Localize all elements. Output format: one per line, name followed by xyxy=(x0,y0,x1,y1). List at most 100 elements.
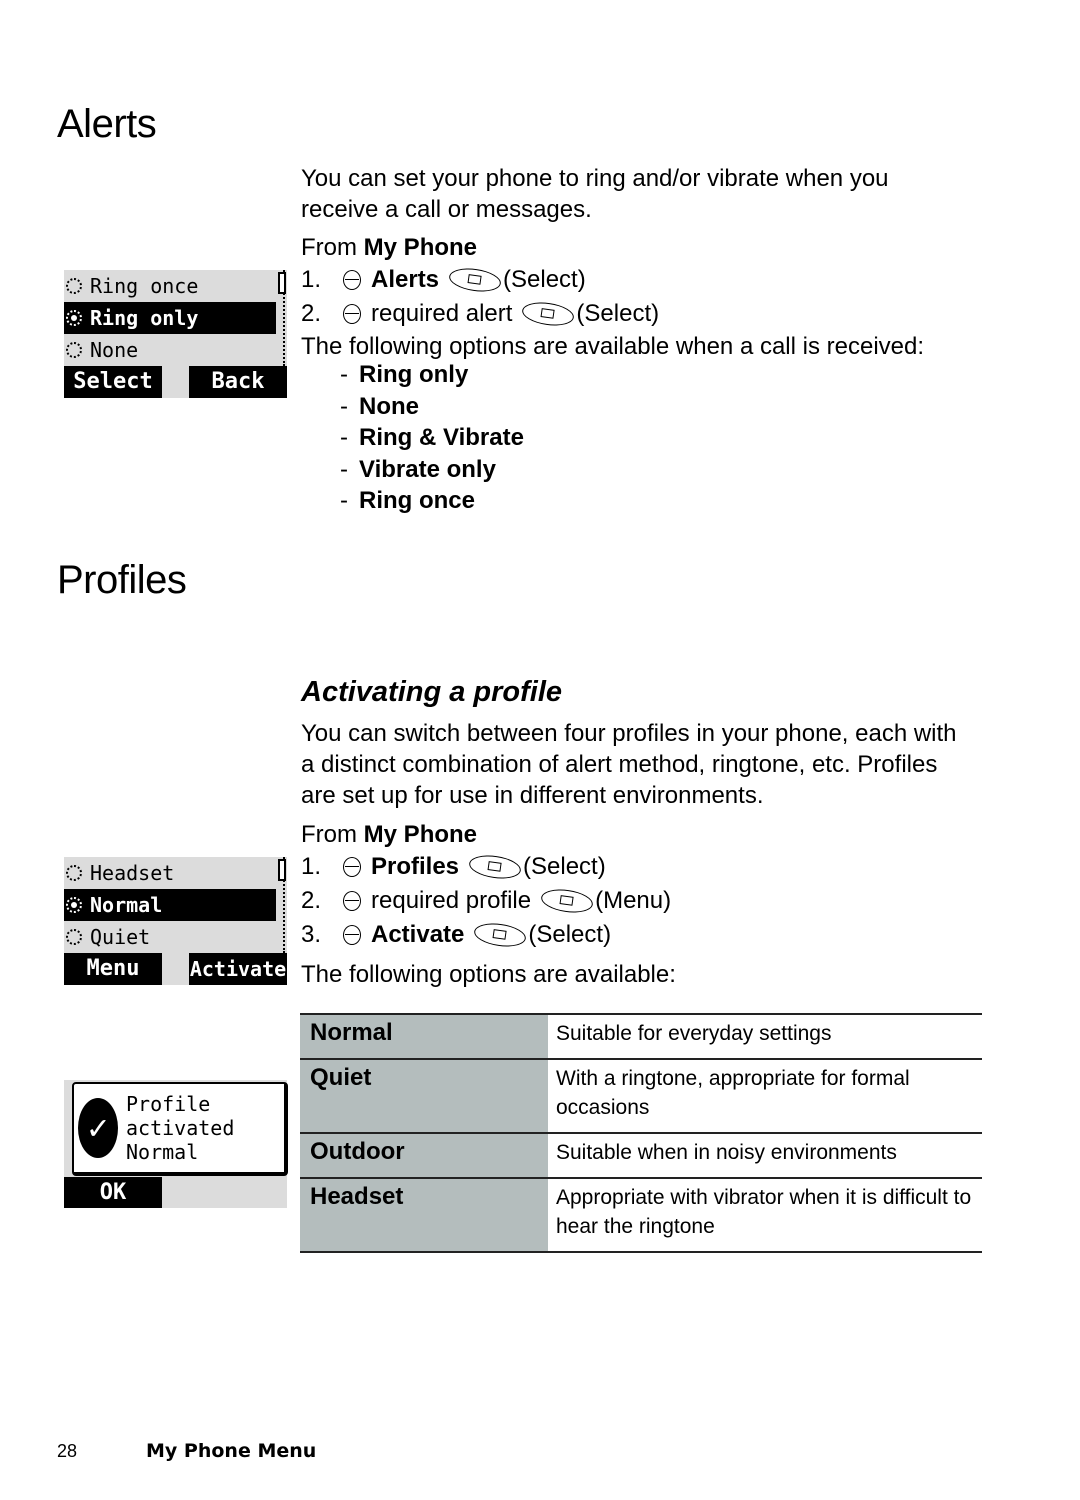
option-item: - Ring & Vibrate xyxy=(340,422,524,454)
radio-icon xyxy=(66,278,82,294)
radio-selected-icon xyxy=(66,310,82,326)
step: 1. Alerts (Select) xyxy=(301,263,659,297)
screen-list-item: None xyxy=(64,334,276,366)
radio-icon xyxy=(66,929,82,945)
softkeys: Select Back xyxy=(64,366,287,398)
step-number: 2. xyxy=(301,887,322,914)
profiles-heading: Profiles xyxy=(57,558,187,602)
screen-item-label: Ring once xyxy=(90,274,199,298)
option-label: Vibrate only xyxy=(359,455,496,483)
select-key-icon xyxy=(467,852,523,882)
alerts-options-list: - Ring only - None - Ring & Vibrate - Vibrat… xyxy=(340,359,524,517)
table-row: Quiet With a ringtone, appropriate for fo… xyxy=(300,1058,982,1133)
profiles-steps: 1. Profiles (Select) 2. required profile… xyxy=(301,850,671,952)
profile-description: With a ringtone, appropriate for formal … xyxy=(548,1058,982,1133)
screen-list-item-selected: Ring only xyxy=(64,302,276,334)
softkey-left: Menu xyxy=(64,953,162,985)
select-key-icon xyxy=(473,920,528,950)
from-menu: My Phone xyxy=(363,821,478,848)
profiles-table: Normal Suitable for everyday settings Qui… xyxy=(300,1013,982,1253)
navigation-key-icon xyxy=(343,925,361,945)
step: 2. required profile (Menu) xyxy=(301,884,671,918)
popup-text: Profile activated Normal xyxy=(126,1092,234,1164)
step-text: required alert xyxy=(371,300,513,327)
option-item: - Ring once xyxy=(340,485,524,517)
table-row: Outdoor Suitable when in noisy environmen… xyxy=(300,1132,982,1178)
option-item: - None xyxy=(340,391,524,423)
profile-description: Appropriate with vibrator when it is dif… xyxy=(548,1177,982,1253)
screen-list-item: Ring once xyxy=(64,270,276,302)
popup-line: Normal xyxy=(126,1140,199,1164)
radio-icon xyxy=(66,342,82,358)
step-text: Profiles xyxy=(371,853,460,880)
profile-description: Suitable when in noisy environments xyxy=(548,1132,982,1178)
navigation-key-icon xyxy=(343,270,361,290)
radio-icon xyxy=(66,865,82,881)
step: 1. Profiles (Select) xyxy=(301,850,671,884)
option-label: Ring & Vibrate xyxy=(359,424,524,451)
softkey-ok: OK xyxy=(64,1177,162,1208)
profiles-from: From My Phone xyxy=(301,819,477,850)
screen-item-label: None xyxy=(90,338,139,362)
navigation-key-icon xyxy=(343,304,361,324)
screen-item-label: Quiet xyxy=(90,925,151,949)
profile-name: Quiet xyxy=(300,1058,548,1133)
footer-section-title: My Phone Menu xyxy=(146,1440,317,1462)
from-prefix: From xyxy=(301,821,364,848)
step-number: 1. xyxy=(301,853,322,880)
scrollbar xyxy=(277,857,286,953)
profiles-phone-screen: Headset Normal Quiet Menu Activate xyxy=(64,857,287,985)
option-item: - Vibrate only xyxy=(340,454,524,486)
option-label: Ring only xyxy=(359,361,469,388)
from-prefix: From xyxy=(301,234,364,261)
softkey-right: Activate xyxy=(189,953,287,985)
step-key-label: (Select) xyxy=(503,266,586,293)
profile-activated-popup: ✓ Profile activated Normal xyxy=(72,1082,288,1176)
step-key-label: (Select) xyxy=(576,300,660,327)
alerts-from: From My Phone xyxy=(301,232,477,263)
softkey-right: Back xyxy=(189,366,287,398)
step: 3. Activate (Select) xyxy=(301,918,671,952)
profiles-options-intro: The following options are available: xyxy=(301,961,676,988)
profiles-subheading: Activating a profile xyxy=(301,676,563,708)
profile-description: Suitable for everyday settings xyxy=(548,1013,982,1059)
screen-list-item: Headset xyxy=(64,857,276,889)
table-row: Normal Suitable for everyday settings xyxy=(300,1013,982,1059)
alerts-options-intro: The following options are available when… xyxy=(301,333,925,360)
select-key-icon xyxy=(447,265,503,295)
navigation-key-icon xyxy=(343,857,361,877)
alerts-heading: Alerts xyxy=(57,102,157,146)
popup-line: activated xyxy=(126,1116,235,1140)
navigation-key-icon xyxy=(343,891,361,911)
alerts-steps: 1. Alerts (Select) 2. required alert (Se… xyxy=(301,263,659,331)
select-key-icon xyxy=(539,886,595,916)
profile-name: Headset xyxy=(300,1177,548,1253)
step-key-label: (Select) xyxy=(528,921,612,948)
step-key-label: (Select) xyxy=(523,853,606,880)
scrollbar xyxy=(277,270,286,366)
step-number: 3. xyxy=(301,921,322,948)
step-number: 1. xyxy=(301,266,322,293)
checkmark-icon: ✓ xyxy=(78,1098,118,1158)
step: 2. required alert (Select) xyxy=(301,297,659,331)
screen-list-item: Quiet xyxy=(64,921,276,953)
screen-item-label: Headset xyxy=(90,861,175,885)
screen-list-item-selected: Normal xyxy=(64,889,276,921)
screen-item-label: Ring only xyxy=(90,306,199,330)
softkeys: Menu Activate xyxy=(64,953,287,985)
option-label: Ring once xyxy=(359,487,476,514)
step-key-label: (Menu) xyxy=(595,887,672,914)
alerts-phone-screen: Ring once Ring only None Select Back xyxy=(64,270,287,398)
step-text: Activate xyxy=(371,921,465,948)
step-number: 2. xyxy=(301,300,322,327)
from-menu: My Phone xyxy=(363,234,478,261)
profiles-intro: You can switch between four profiles in … xyxy=(301,720,957,809)
step-text: Alerts xyxy=(371,266,440,293)
popup-line: Profile xyxy=(126,1092,211,1116)
option-label: None xyxy=(359,392,419,420)
page-number: 28 xyxy=(57,1441,78,1461)
select-key-icon xyxy=(521,299,576,329)
alerts-intro: You can set your phone to ring and/or vi… xyxy=(301,165,889,223)
radio-selected-icon xyxy=(66,897,82,913)
softkey-left: Select xyxy=(64,366,162,398)
